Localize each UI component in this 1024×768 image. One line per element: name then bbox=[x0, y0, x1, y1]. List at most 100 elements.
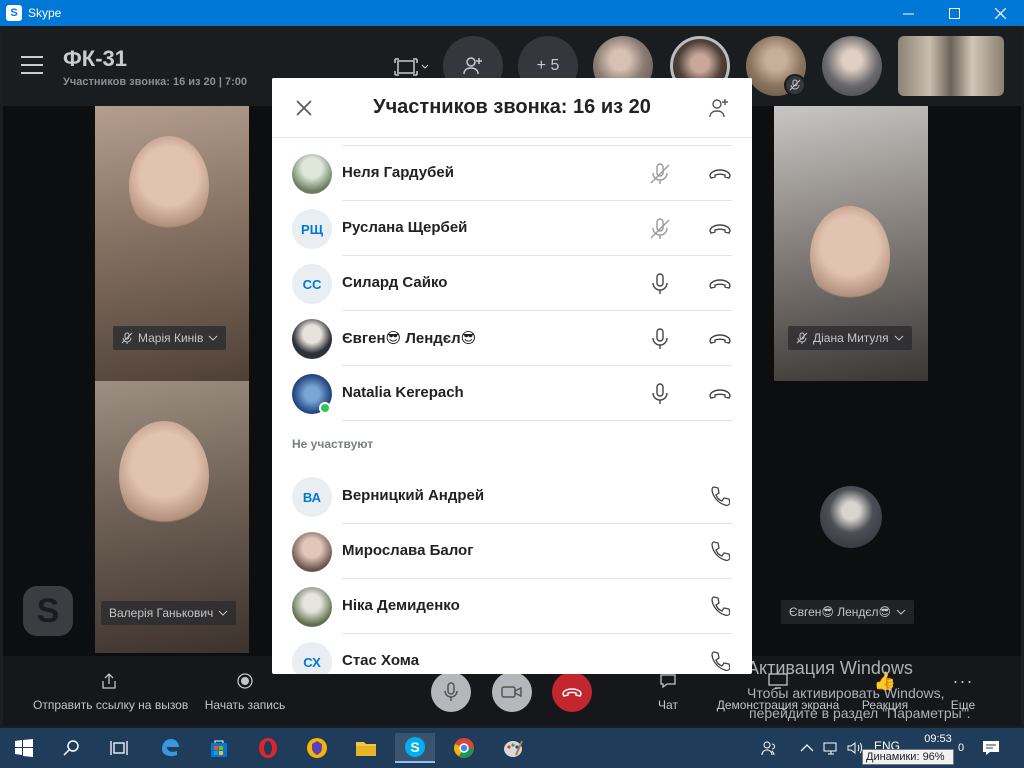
participant-row[interactable]: СС Силард Сайко bbox=[272, 256, 752, 311]
share-icon bbox=[102, 673, 116, 689]
self-video-preview[interactable] bbox=[898, 36, 1004, 96]
chat-button[interactable]: Чат bbox=[648, 670, 688, 712]
clock-time: 09:53 bbox=[924, 733, 952, 745]
close-icon bbox=[994, 7, 1006, 19]
task-view-button[interactable] bbox=[99, 733, 139, 763]
taskbar-chrome[interactable] bbox=[444, 733, 484, 763]
invitee-row[interactable]: Мирослава Балог bbox=[272, 524, 752, 579]
tile-name: Євген😎 Лендєл😎 bbox=[789, 605, 892, 619]
hang-up-icon[interactable] bbox=[708, 166, 732, 182]
microphone-icon[interactable] bbox=[648, 272, 672, 296]
mic-muted-icon[interactable] bbox=[648, 162, 672, 186]
taskbar-store[interactable] bbox=[199, 733, 239, 763]
menu-icon[interactable] bbox=[21, 56, 43, 80]
participant-video bbox=[810, 206, 890, 306]
notification-icon bbox=[983, 741, 999, 755]
window-titlebar: S Skype bbox=[0, 0, 1024, 26]
avatar: СХ bbox=[292, 642, 332, 674]
search-icon bbox=[63, 740, 79, 756]
participant-row[interactable]: Natalia Kerepach bbox=[272, 366, 752, 421]
windows-logo-icon bbox=[15, 739, 33, 757]
network-icon[interactable] bbox=[822, 728, 840, 768]
taskbar-edge[interactable] bbox=[150, 733, 190, 763]
minimize-button[interactable] bbox=[885, 0, 931, 26]
chevron-down-icon bbox=[218, 610, 228, 616]
store-icon bbox=[211, 740, 227, 757]
start-button[interactable] bbox=[4, 733, 44, 763]
record-button[interactable]: Начать запись bbox=[203, 670, 287, 712]
taskbar-opera[interactable] bbox=[248, 733, 288, 763]
online-status-dot bbox=[319, 402, 331, 414]
video-toggle-button[interactable] bbox=[492, 672, 532, 712]
send-link-label: Отправить ссылку на вызов bbox=[33, 698, 189, 712]
action-center-button[interactable] bbox=[982, 728, 1000, 768]
layout-toggle-button[interactable] bbox=[393, 54, 433, 80]
taskbar-avast[interactable] bbox=[297, 733, 337, 763]
participant-row[interactable]: Неля Гардубей bbox=[272, 146, 752, 201]
people-icon[interactable] bbox=[760, 728, 778, 768]
phone-call-icon[interactable] bbox=[710, 595, 730, 617]
participant-row[interactable]: Євген😎 Лендєл😎 bbox=[272, 311, 752, 366]
system-clock[interactable]: 09:53 bbox=[918, 733, 958, 745]
participant-avatar[interactable] bbox=[820, 486, 882, 548]
participant-row[interactable]: РЩ Руслана Щербей bbox=[272, 201, 752, 256]
tile-name-tag[interactable]: Марія Кинів bbox=[113, 326, 227, 350]
record-label: Начать запись bbox=[204, 698, 286, 712]
taskbar-file-explorer[interactable] bbox=[346, 733, 386, 763]
hang-up-icon[interactable] bbox=[708, 386, 732, 402]
participant-thumbnail[interactable] bbox=[822, 36, 882, 96]
folder-icon bbox=[356, 742, 376, 756]
avatar: РЩ bbox=[292, 209, 332, 249]
activation-line-1: Чтобы активировать Windows, bbox=[747, 685, 945, 701]
not-participating-heading: Не участвуют bbox=[292, 437, 374, 451]
avatar bbox=[292, 532, 332, 572]
video-tile-2[interactable]: Валерія Ганькович bbox=[95, 381, 249, 653]
invitee-row[interactable]: Ніка Демиденко bbox=[272, 579, 752, 634]
tile-name: Марія Кинів bbox=[138, 331, 204, 345]
skype-icon: S bbox=[405, 737, 425, 757]
close-window-button[interactable] bbox=[977, 0, 1023, 26]
tile-name-tag[interactable]: Валерія Ганькович bbox=[101, 601, 237, 625]
paint-palette-icon bbox=[504, 740, 523, 757]
chevron-down-icon bbox=[208, 335, 218, 341]
end-call-button[interactable] bbox=[552, 672, 592, 712]
dialog-title: Участников звонка: 16 из 20 bbox=[373, 96, 651, 118]
video-tile-1[interactable]: Марія Кинів bbox=[95, 106, 249, 381]
phone-call-icon[interactable] bbox=[710, 650, 730, 672]
chat-icon bbox=[660, 674, 676, 689]
taskbar-paint[interactable] bbox=[493, 733, 533, 763]
windows-activation-watermark: Активация Windows Чтобы активировать Win… bbox=[747, 658, 971, 723]
tray-chevron-up-icon[interactable] bbox=[800, 728, 814, 768]
send-link-button[interactable]: Отправить ссылку на вызов bbox=[33, 670, 189, 712]
video-camera-icon bbox=[501, 686, 522, 698]
hang-up-icon[interactable] bbox=[708, 276, 732, 292]
clock-date-tail: 0 bbox=[958, 742, 965, 754]
task-view-icon bbox=[110, 741, 128, 755]
invitee-row[interactable]: СХ Стас Хома bbox=[272, 634, 752, 674]
mic-toggle-button[interactable] bbox=[431, 672, 471, 712]
hang-up-icon[interactable] bbox=[708, 221, 732, 237]
invitee-name: Ніка Демиденко bbox=[342, 597, 460, 614]
svg-text:S: S bbox=[410, 739, 419, 755]
invitee-row[interactable]: ВА Верницкий Андрей bbox=[272, 469, 752, 524]
microphone-icon[interactable] bbox=[648, 327, 672, 351]
phone-call-icon[interactable] bbox=[710, 485, 730, 507]
participant-name: Силард Сайко bbox=[342, 274, 448, 291]
microphone-icon bbox=[444, 682, 458, 701]
video-tile-3[interactable]: Діана Митуля bbox=[774, 106, 928, 381]
mic-muted-icon[interactable] bbox=[648, 217, 672, 241]
tile-name-tag[interactable]: Діана Митуля bbox=[788, 326, 912, 350]
taskbar-skype[interactable]: S bbox=[395, 733, 435, 763]
maximize-icon bbox=[948, 7, 960, 19]
tile-name-tag[interactable]: Євген😎 Лендєл😎 bbox=[781, 600, 915, 624]
tile-name: Валерія Ганькович bbox=[109, 606, 214, 620]
hang-up-icon[interactable] bbox=[708, 331, 732, 347]
microphone-icon[interactable] bbox=[648, 382, 672, 406]
add-person-icon[interactable] bbox=[708, 97, 730, 119]
volume-tooltip: Динамики: 96% bbox=[862, 749, 954, 765]
skype-app-icon: S bbox=[6, 5, 22, 21]
mic-muted-icon bbox=[784, 74, 806, 96]
maximize-button[interactable] bbox=[931, 0, 977, 26]
search-button[interactable] bbox=[52, 733, 92, 763]
phone-call-icon[interactable] bbox=[710, 540, 730, 562]
